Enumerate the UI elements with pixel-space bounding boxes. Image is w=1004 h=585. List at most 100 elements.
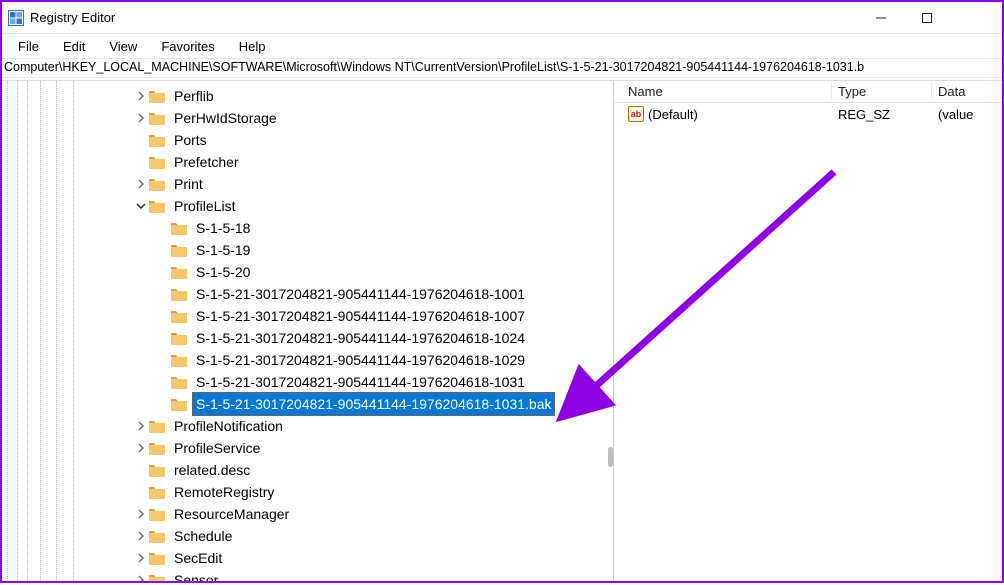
folder-icon bbox=[148, 440, 166, 456]
folder-icon bbox=[170, 396, 188, 412]
menu-item-file[interactable]: File bbox=[6, 37, 51, 56]
folder-icon bbox=[148, 550, 166, 566]
chevron-right-icon[interactable] bbox=[134, 531, 148, 541]
chevron-right-icon[interactable] bbox=[134, 443, 148, 453]
tree-item-label[interactable]: S-1-5-21-3017204821-905441144-1976204618… bbox=[192, 282, 529, 306]
tree-item-label[interactable]: RemoteRegistry bbox=[170, 480, 278, 504]
chevron-right-icon[interactable] bbox=[134, 553, 148, 563]
chevron-right-icon[interactable] bbox=[134, 179, 148, 189]
tree-item-label[interactable]: Schedule bbox=[170, 524, 236, 548]
tree-item[interactable]: S-1-5-18 bbox=[6, 217, 613, 239]
tree-item-label[interactable]: ProfileService bbox=[170, 436, 264, 460]
tree-item-label[interactable]: Perflib bbox=[170, 84, 218, 108]
tree-item-label[interactable]: S-1-5-20 bbox=[192, 260, 254, 284]
tree-item[interactable]: Prefetcher bbox=[6, 151, 613, 173]
tree-item-label[interactable]: S-1-5-21-3017204821-905441144-1976204618… bbox=[192, 348, 529, 372]
tree-item-label[interactable]: S-1-5-18 bbox=[192, 216, 254, 240]
tree-item[interactable]: S-1-5-21-3017204821-905441144-1976204618… bbox=[6, 327, 613, 349]
tree-item[interactable]: PerHwIdStorage bbox=[6, 107, 613, 129]
folder-icon bbox=[148, 176, 166, 192]
tree-item-label[interactable]: Print bbox=[170, 172, 207, 196]
chevron-right-icon[interactable] bbox=[134, 113, 148, 123]
value-data: (value bbox=[932, 107, 1002, 122]
chevron-right-icon[interactable] bbox=[134, 575, 148, 581]
tree-item[interactable]: Print bbox=[6, 173, 613, 195]
tree-item[interactable]: Sensor bbox=[6, 569, 613, 581]
tree-item[interactable]: S-1-5-21-3017204821-905441144-1976204618… bbox=[6, 283, 613, 305]
tree-pane[interactable]: PerflibPerHwIdStoragePortsPrefetcherPrin… bbox=[2, 81, 614, 581]
tree-item-label[interactable]: ProfileList bbox=[170, 194, 239, 218]
tree-item-label[interactable]: ResourceManager bbox=[170, 502, 293, 526]
folder-icon bbox=[148, 506, 166, 522]
tree-item[interactable]: Ports bbox=[6, 129, 613, 151]
folder-icon bbox=[148, 110, 166, 126]
address-bar[interactable]: Computer\HKEY_LOCAL_MACHINE\SOFTWARE\Mic… bbox=[2, 58, 1002, 78]
menubar: FileEditViewFavoritesHelp bbox=[2, 34, 1002, 58]
folder-icon bbox=[170, 330, 188, 346]
tree-item-label[interactable]: S-1-5-21-3017204821-905441144-1976204618… bbox=[192, 326, 529, 350]
listview-row[interactable]: ab (Default) REG_SZ(value bbox=[622, 103, 1002, 125]
tree-item-label[interactable]: Sensor bbox=[170, 568, 222, 581]
folder-icon bbox=[170, 308, 188, 324]
tree-item[interactable]: S-1-5-19 bbox=[6, 239, 613, 261]
column-name[interactable]: Name bbox=[622, 84, 832, 99]
tree-item-label-editing[interactable]: S-1-5-21-3017204821-905441144-1976204618… bbox=[192, 392, 555, 416]
column-type[interactable]: Type bbox=[832, 84, 932, 99]
tree-item[interactable]: related.desc bbox=[6, 459, 613, 481]
menu-item-edit[interactable]: Edit bbox=[51, 37, 97, 56]
minimize-button[interactable] bbox=[858, 2, 904, 34]
titlebar: Registry Editor bbox=[2, 2, 1002, 34]
tree-item-label[interactable]: S-1-5-21-3017204821-905441144-1976204618… bbox=[192, 304, 529, 328]
chevron-down-icon[interactable] bbox=[134, 201, 148, 211]
tree-item-label[interactable]: ProfileNotification bbox=[170, 414, 287, 438]
tree-scrollbar[interactable] bbox=[608, 447, 613, 467]
tree-item-label[interactable]: Ports bbox=[170, 128, 211, 152]
registry-tree[interactable]: PerflibPerHwIdStoragePortsPrefetcherPrin… bbox=[2, 81, 613, 581]
column-data[interactable]: Data bbox=[932, 84, 1002, 99]
folder-icon bbox=[148, 528, 166, 544]
value-name: (Default) bbox=[648, 107, 698, 122]
folder-icon bbox=[148, 572, 166, 581]
menu-item-view[interactable]: View bbox=[97, 37, 149, 56]
menu-item-favorites[interactable]: Favorites bbox=[149, 37, 226, 56]
folder-icon bbox=[148, 198, 166, 214]
tree-item[interactable]: Perflib bbox=[6, 85, 613, 107]
menu-item-help[interactable]: Help bbox=[227, 37, 278, 56]
tree-item[interactable]: S-1-5-21-3017204821-905441144-1976204618… bbox=[6, 305, 613, 327]
listview-body[interactable]: ab (Default) REG_SZ(value bbox=[614, 103, 1002, 581]
tree-item-label[interactable]: PerHwIdStorage bbox=[170, 106, 281, 130]
folder-icon bbox=[148, 418, 166, 434]
tree-item[interactable]: S-1-5-21-3017204821-905441144-1976204618… bbox=[6, 371, 613, 393]
chevron-right-icon[interactable] bbox=[134, 421, 148, 431]
folder-icon bbox=[148, 462, 166, 478]
tree-item-label[interactable]: S-1-5-21-3017204821-905441144-1976204618… bbox=[192, 370, 529, 394]
chevron-right-icon[interactable] bbox=[134, 509, 148, 519]
tree-item[interactable]: RemoteRegistry bbox=[6, 481, 613, 503]
chevron-right-icon[interactable] bbox=[134, 91, 148, 101]
folder-icon bbox=[170, 286, 188, 302]
tree-item-label[interactable]: Prefetcher bbox=[170, 150, 243, 174]
tree-item[interactable]: ResourceManager bbox=[6, 503, 613, 525]
content-split: PerflibPerHwIdStoragePortsPrefetcherPrin… bbox=[2, 80, 1002, 581]
value-pane[interactable]: Name Type Data ab (Default) REG_SZ(value bbox=[614, 81, 1002, 581]
tree-item-label[interactable]: SecEdit bbox=[170, 546, 226, 570]
maximize-button[interactable] bbox=[904, 2, 950, 34]
folder-icon bbox=[170, 242, 188, 258]
value-type: REG_SZ bbox=[832, 107, 932, 122]
tree-item[interactable]: ProfileService bbox=[6, 437, 613, 459]
tree-item[interactable]: ProfileNotification bbox=[6, 415, 613, 437]
tree-item[interactable]: S-1-5-20 bbox=[6, 261, 613, 283]
window-buttons bbox=[858, 2, 996, 34]
folder-icon bbox=[148, 88, 166, 104]
tree-item[interactable]: Schedule bbox=[6, 525, 613, 547]
tree-item[interactable]: S-1-5-21-3017204821-905441144-1976204618… bbox=[6, 393, 613, 415]
folder-icon bbox=[148, 132, 166, 148]
folder-icon bbox=[148, 484, 166, 500]
tree-item-label[interactable]: S-1-5-19 bbox=[192, 238, 254, 262]
tree-item[interactable]: SecEdit bbox=[6, 547, 613, 569]
tree-item-label[interactable]: related.desc bbox=[170, 458, 254, 482]
app-icon bbox=[8, 10, 24, 26]
string-value-icon: ab bbox=[628, 106, 644, 122]
tree-item[interactable]: ProfileList bbox=[6, 195, 613, 217]
tree-item[interactable]: S-1-5-21-3017204821-905441144-1976204618… bbox=[6, 349, 613, 371]
